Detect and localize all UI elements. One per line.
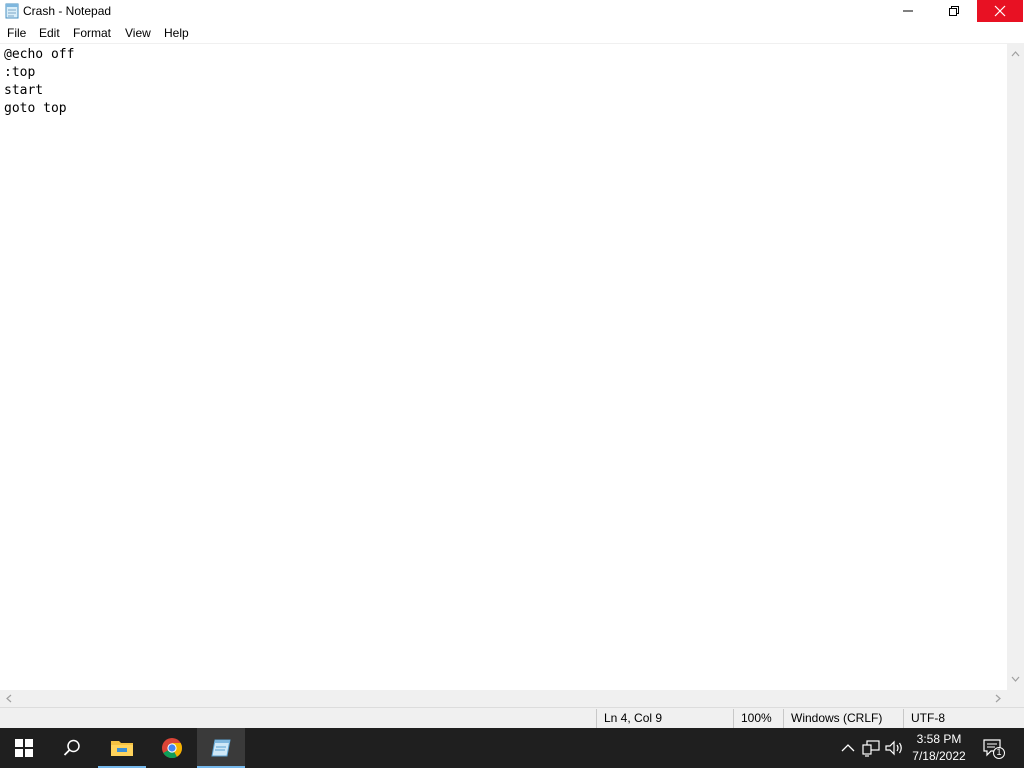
menu-view[interactable]: View [125, 26, 151, 40]
show-hidden-icons-button[interactable] [838, 738, 858, 758]
status-zoom: 100% [741, 711, 772, 725]
restore-button[interactable] [931, 0, 977, 22]
editor-content[interactable]: @echo off :top start goto top [4, 46, 74, 118]
start-button[interactable] [0, 728, 48, 768]
clock[interactable]: 3:58 PM 7/18/2022 [900, 731, 978, 765]
clock-date: 7/18/2022 [912, 749, 966, 763]
scroll-up-arrow-icon [1011, 51, 1020, 57]
chrome-icon [162, 738, 183, 759]
taskbar-notepad[interactable] [197, 728, 245, 768]
title-bar: Crash - Notepad [0, 0, 1024, 22]
status-divider [903, 709, 904, 728]
scroll-right-arrow-icon [995, 694, 1001, 703]
horizontal-scrollbar[interactable] [0, 690, 1007, 707]
notification-count: 1 [996, 747, 1002, 757]
status-divider [733, 709, 734, 728]
scrollbar-corner [1007, 690, 1024, 707]
scroll-left-arrow-icon [6, 694, 12, 703]
menu-format[interactable]: Format [73, 26, 111, 40]
taskbar: 3:58 PM 7/18/2022 1 [0, 728, 1024, 768]
menu-bar: File Edit Format View Help [0, 22, 1024, 42]
status-cursor-position: Ln 4, Col 9 [604, 711, 663, 725]
file-explorer-icon [111, 741, 133, 756]
notepad-app-icon[interactable] [4, 3, 20, 19]
minimize-button[interactable] [885, 0, 931, 22]
restore-icon [949, 6, 959, 16]
network-status[interactable] [861, 738, 881, 758]
network-icon [862, 740, 880, 757]
taskbar-chrome[interactable] [148, 728, 196, 768]
status-bar: Ln 4, Col 9 100% Windows (CRLF) UTF-8 [0, 707, 1024, 729]
editor-line: goto top [4, 101, 67, 116]
status-divider [783, 709, 784, 728]
editor-line: :top [4, 65, 36, 80]
notepad-icon [211, 739, 231, 757]
vertical-scrollbar[interactable] [1007, 43, 1024, 690]
scroll-down-arrow-icon [1011, 676, 1020, 682]
menu-edit[interactable]: Edit [39, 26, 60, 40]
clock-time: 3:58 PM [916, 732, 962, 746]
status-divider [596, 709, 597, 728]
start-icon [15, 739, 33, 757]
chevron-up-icon [841, 744, 855, 752]
taskbar-file-explorer[interactable] [98, 728, 146, 768]
minimize-icon [903, 10, 913, 12]
menu-file[interactable]: File [7, 26, 26, 40]
search-icon [63, 739, 80, 756]
editor-line: start [4, 83, 44, 98]
status-encoding: UTF-8 [911, 711, 945, 725]
close-button[interactable] [977, 0, 1023, 22]
status-line-endings: Windows (CRLF) [791, 711, 883, 725]
search-button[interactable] [48, 728, 96, 768]
text-editor[interactable]: @echo off :top start goto top [0, 43, 1007, 691]
menu-help[interactable]: Help [164, 26, 189, 40]
window-title: Crash - Notepad [23, 4, 112, 18]
close-icon [994, 5, 1006, 17]
action-center-button[interactable]: 1 [982, 738, 1006, 759]
editor-line: @echo off [4, 47, 75, 62]
